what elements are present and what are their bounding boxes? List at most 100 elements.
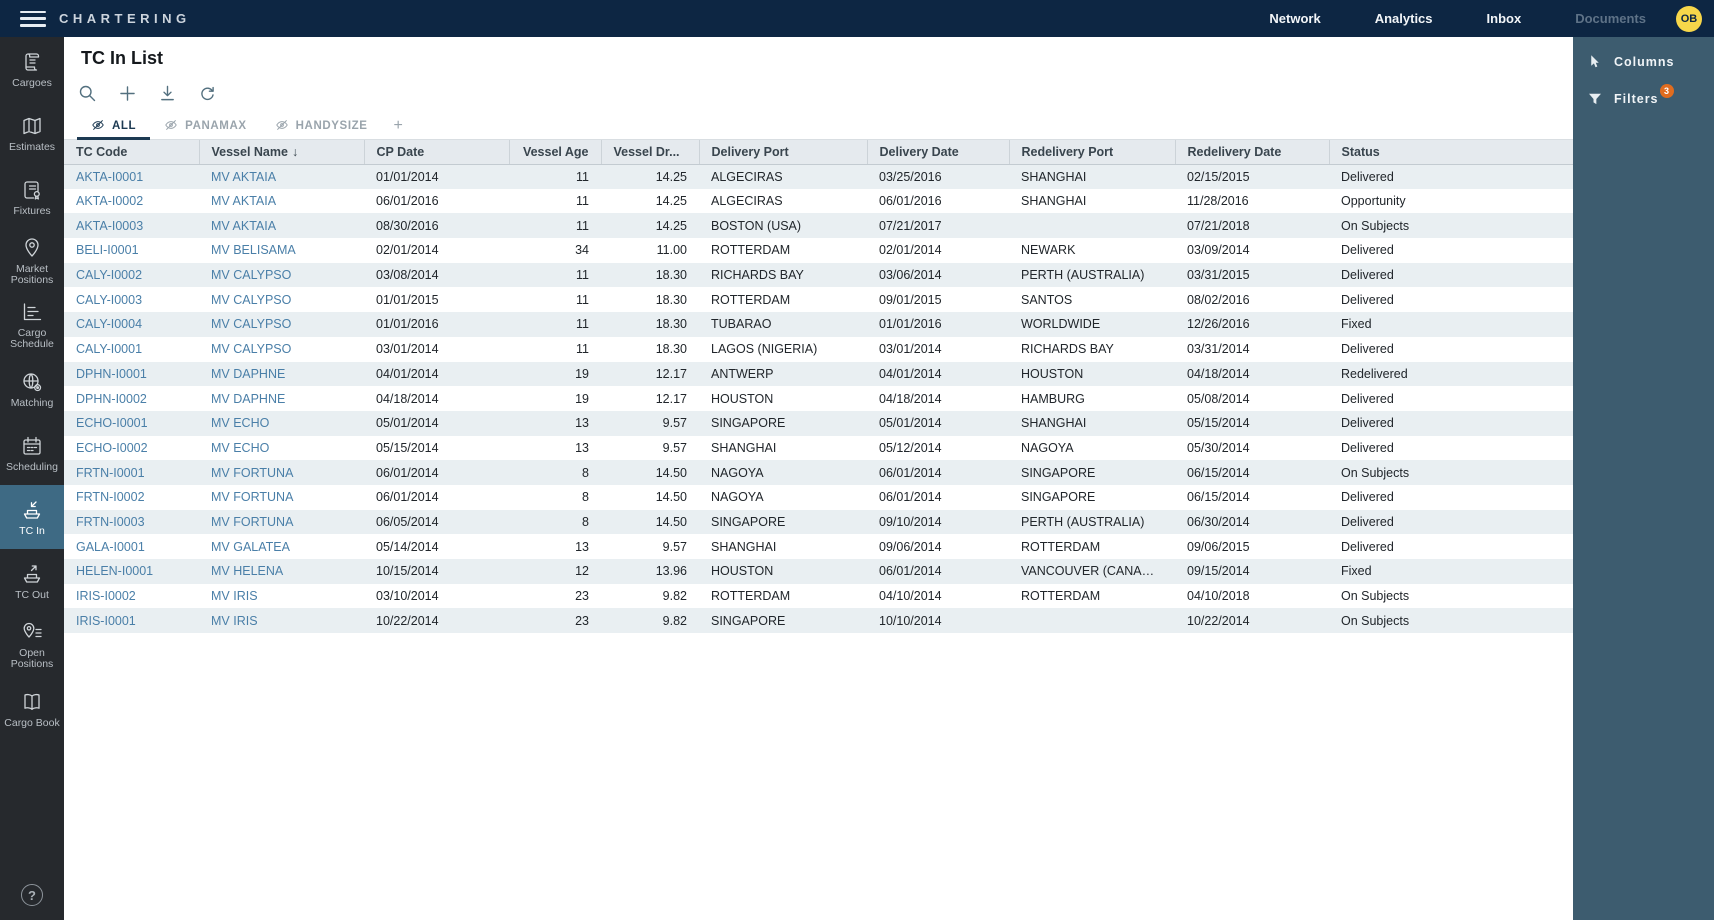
- table-row[interactable]: CALY-I0004MV CALYPSO01/01/20161118.30TUB…: [64, 312, 1573, 337]
- col-header-delivery-date[interactable]: Delivery Date: [867, 140, 1009, 164]
- vessel-name-link[interactable]: MV IRIS: [199, 608, 364, 633]
- tc-code-link[interactable]: ECHO-I0001: [64, 411, 199, 436]
- col-header-status[interactable]: Status: [1329, 140, 1573, 164]
- sidebar-item-label: Scheduling: [6, 462, 58, 473]
- cell-delivery-port: RICHARDS BAY: [699, 263, 867, 288]
- estimates-icon: [20, 114, 44, 138]
- vessel-name-link[interactable]: MV IRIS: [199, 584, 364, 609]
- vessel-name-link[interactable]: MV HELENA: [199, 559, 364, 584]
- cell-delivery-date: 03/06/2014: [867, 263, 1009, 288]
- vessel-name-link[interactable]: MV FORTUNA: [199, 510, 364, 535]
- col-header-redelivery-port[interactable]: Redelivery Port: [1009, 140, 1175, 164]
- tc-code-link[interactable]: AKTA-I0003: [64, 213, 199, 238]
- cell-redelivery-port: WORLDWIDE: [1009, 312, 1175, 337]
- table-row[interactable]: HELEN-I0001MV HELENA10/15/20141213.96HOU…: [64, 559, 1573, 584]
- table-row[interactable]: FRTN-I0001MV FORTUNA06/01/2014814.50NAGO…: [64, 460, 1573, 485]
- columns-button[interactable]: Columns: [1573, 43, 1714, 80]
- vessel-name-link[interactable]: MV AKTAIA: [199, 164, 364, 189]
- tab-add-tab[interactable]: +: [382, 113, 416, 139]
- topbar-link-inbox[interactable]: Inbox: [1487, 11, 1522, 26]
- table-row[interactable]: AKTA-I0003MV AKTAIA08/30/20161114.25BOST…: [64, 213, 1573, 238]
- table-row[interactable]: GALA-I0001MV GALATEA05/14/2014139.57SHAN…: [64, 534, 1573, 559]
- table-row[interactable]: AKTA-I0002MV AKTAIA06/01/20161114.25ALGE…: [64, 189, 1573, 214]
- sidebar-item-cargo-book[interactable]: Cargo Book: [0, 677, 64, 741]
- table-row[interactable]: BELI-I0001MV BELISAMA02/01/20143411.00RO…: [64, 238, 1573, 263]
- topbar-link-analytics[interactable]: Analytics: [1375, 11, 1433, 26]
- filters-button[interactable]: Filters 3: [1573, 80, 1714, 117]
- col-header-vessel-draft[interactable]: Vessel Dr...: [601, 140, 699, 164]
- table-row[interactable]: AKTA-I0001MV AKTAIA01/01/20141114.25ALGE…: [64, 164, 1573, 189]
- table-row[interactable]: DPHN-I0002MV DAPHNE04/18/20141912.17HOUS…: [64, 386, 1573, 411]
- help-button[interactable]: ?: [21, 884, 43, 906]
- tc-code-link[interactable]: IRIS-I0002: [64, 584, 199, 609]
- vessel-name-link[interactable]: MV BELISAMA: [199, 238, 364, 263]
- tc-code-link[interactable]: ECHO-I0002: [64, 436, 199, 461]
- tc-code-link[interactable]: FRTN-I0003: [64, 510, 199, 535]
- table-row[interactable]: IRIS-I0001MV IRIS10/22/2014239.82SINGAPO…: [64, 608, 1573, 633]
- tc-code-link[interactable]: GALA-I0001: [64, 534, 199, 559]
- vessel-name-link[interactable]: MV CALYPSO: [199, 337, 364, 362]
- col-header-vessel-age[interactable]: Vessel Age: [509, 140, 601, 164]
- download-button[interactable]: [155, 81, 179, 105]
- vessel-name-link[interactable]: MV ECHO: [199, 411, 364, 436]
- tab-all[interactable]: ALL: [77, 113, 150, 139]
- tc-code-link[interactable]: CALY-I0001: [64, 337, 199, 362]
- search-button[interactable]: [75, 81, 99, 105]
- hamburger-menu-icon[interactable]: [20, 11, 46, 27]
- col-header-tc-code[interactable]: TC Code: [64, 140, 199, 164]
- reset-button[interactable]: [195, 81, 219, 105]
- tc-code-link[interactable]: IRIS-I0001: [64, 608, 199, 633]
- vessel-name-link[interactable]: MV CALYPSO: [199, 312, 364, 337]
- vessel-name-link[interactable]: MV ECHO: [199, 436, 364, 461]
- table-row[interactable]: CALY-I0002MV CALYPSO03/08/20141118.30RIC…: [64, 263, 1573, 288]
- sidebar-item-matching[interactable]: Matching: [0, 357, 64, 421]
- sidebar-item-open-positions[interactable]: Open Positions: [0, 613, 64, 677]
- tc-code-link[interactable]: CALY-I0002: [64, 263, 199, 288]
- sidebar-item-cargo-schedule[interactable]: Cargo Schedule: [0, 293, 64, 357]
- tc-code-link[interactable]: DPHN-I0002: [64, 386, 199, 411]
- table-row[interactable]: ECHO-I0002MV ECHO05/15/2014139.57SHANGHA…: [64, 436, 1573, 461]
- vessel-name-link[interactable]: MV CALYPSO: [199, 263, 364, 288]
- sidebar-item-scheduling[interactable]: Scheduling: [0, 421, 64, 485]
- tc-code-link[interactable]: CALY-I0003: [64, 287, 199, 312]
- tc-code-link[interactable]: AKTA-I0002: [64, 189, 199, 214]
- tc-code-link[interactable]: BELI-I0001: [64, 238, 199, 263]
- vessel-name-link[interactable]: MV CALYPSO: [199, 287, 364, 312]
- vessel-name-link[interactable]: MV GALATEA: [199, 534, 364, 559]
- table-row[interactable]: IRIS-I0002MV IRIS03/10/2014239.82ROTTERD…: [64, 584, 1573, 609]
- add-button[interactable]: [115, 81, 139, 105]
- vessel-name-link[interactable]: MV AKTAIA: [199, 213, 364, 238]
- topbar-link-documents[interactable]: Documents: [1575, 11, 1646, 26]
- sidebar-item-estimates[interactable]: Estimates: [0, 101, 64, 165]
- user-avatar[interactable]: OB: [1676, 6, 1702, 32]
- tc-code-link[interactable]: FRTN-I0001: [64, 460, 199, 485]
- tc-code-link[interactable]: FRTN-I0002: [64, 485, 199, 510]
- vessel-name-link[interactable]: MV AKTAIA: [199, 189, 364, 214]
- sidebar-item-tc-out[interactable]: TC Out: [0, 549, 64, 613]
- topbar-link-network[interactable]: Network: [1269, 11, 1320, 26]
- vessel-name-link[interactable]: MV DAPHNE: [199, 386, 364, 411]
- col-header-cp-date[interactable]: CP Date: [364, 140, 509, 164]
- vessel-name-link[interactable]: MV DAPHNE: [199, 362, 364, 387]
- sidebar-item-cargoes[interactable]: Cargoes: [0, 37, 64, 101]
- col-header-vessel-name[interactable]: Vessel Name↓: [199, 140, 364, 164]
- table-row[interactable]: CALY-I0001MV CALYPSO03/01/20141118.30LAG…: [64, 337, 1573, 362]
- tab-handysize[interactable]: HANDYSIZE: [261, 113, 382, 139]
- col-header-redelivery-date[interactable]: Redelivery Date: [1175, 140, 1329, 164]
- table-row[interactable]: DPHN-I0001MV DAPHNE04/01/20141912.17ANTW…: [64, 362, 1573, 387]
- tc-code-link[interactable]: DPHN-I0001: [64, 362, 199, 387]
- table-row[interactable]: CALY-I0003MV CALYPSO01/01/20151118.30ROT…: [64, 287, 1573, 312]
- tab-panamax[interactable]: PANAMAX: [150, 113, 261, 139]
- sidebar-item-market-positions[interactable]: Market Positions: [0, 229, 64, 293]
- table-row[interactable]: FRTN-I0003MV FORTUNA06/05/2014814.50SING…: [64, 510, 1573, 535]
- sidebar-item-tc-in[interactable]: TC In: [0, 485, 64, 549]
- table-row[interactable]: FRTN-I0002MV FORTUNA06/01/2014814.50NAGO…: [64, 485, 1573, 510]
- table-row[interactable]: ECHO-I0001MV ECHO05/01/2014139.57SINGAPO…: [64, 411, 1573, 436]
- sidebar-item-fixtures[interactable]: Fixtures: [0, 165, 64, 229]
- vessel-name-link[interactable]: MV FORTUNA: [199, 460, 364, 485]
- tc-code-link[interactable]: HELEN-I0001: [64, 559, 199, 584]
- vessel-name-link[interactable]: MV FORTUNA: [199, 485, 364, 510]
- col-header-delivery-port[interactable]: Delivery Port: [699, 140, 867, 164]
- tc-code-link[interactable]: AKTA-I0001: [64, 164, 199, 189]
- tc-code-link[interactable]: CALY-I0004: [64, 312, 199, 337]
